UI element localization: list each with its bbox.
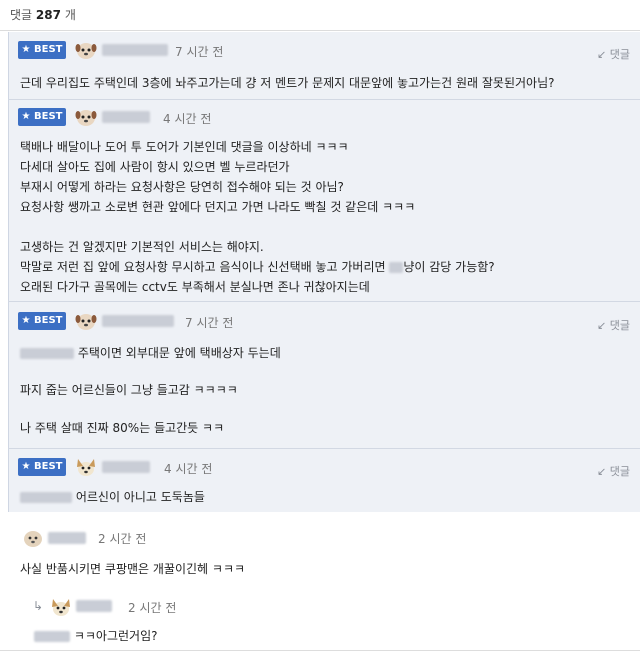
reply-arrow-icon: ↙	[597, 319, 607, 332]
reply-arrow-icon: ↳	[33, 599, 44, 613]
comment-line: 고생하는 건 알겠지만 기본적인 서비스는 해야지.	[20, 240, 264, 254]
comment-line: 택배나 배달이나 도어 투 도어가 기본인데 댓글을 이상하네 ㅋㅋㅋ	[20, 140, 349, 154]
comment-header: ★ BEST 7 시간 전 ↙ 댓글	[18, 40, 630, 62]
comment-line: 요청사항 쌩까고 소로변 현관 앞에다 던지고 가면 나라도 빡칠 것 같은데 …	[20, 200, 416, 214]
dog-avatar-icon[interactable]	[50, 597, 72, 617]
dog-avatar-icon[interactable]	[75, 107, 97, 127]
dog-avatar-icon[interactable]	[75, 40, 97, 60]
reply-link[interactable]: ↙ 댓글	[597, 317, 630, 333]
blurred-word	[389, 262, 404, 273]
comment-time: 7 시간 전	[185, 316, 234, 330]
comment-time: 7 시간 전	[175, 45, 224, 59]
comment-count: 댓글 287 개	[10, 8, 76, 22]
best-badge: ★ BEST	[18, 312, 66, 330]
comment-line: 어르신이 아니고 도둑놈들	[20, 488, 205, 505]
comment-time: 2 시간 전	[98, 532, 147, 546]
reply-arrow-icon: ↙	[597, 48, 607, 61]
comment-divider	[8, 448, 640, 449]
best-badge: ★ BEST	[18, 108, 66, 126]
reply-comment: ↳ 2 시간 전 ㅋㅋ아그런거임?	[0, 595, 640, 650]
blurred-word	[34, 631, 70, 642]
reply-link[interactable]: ↙ 댓글	[597, 463, 630, 479]
best-comment: ★ BEST 7 시간 전 ↙ 댓글 근데 우리집도 주택인데 3층에 놔주고가…	[8, 40, 640, 100]
comment-time: 2 시간 전	[128, 601, 177, 615]
comment-line: 다세대 살아도 집에 사람이 항시 있으면 벨 누르라던가	[20, 160, 290, 174]
comment-header: ★ BEST 4 시간 전 ↙ 댓글	[18, 457, 630, 479]
nickname-blurred[interactable]	[48, 532, 86, 544]
comment-count-bar: 댓글 287 개	[0, 0, 640, 31]
best-badge: ★ BEST	[18, 41, 66, 59]
dog-avatar-icon[interactable]	[75, 311, 97, 331]
comment-time: 4 시간 전	[163, 112, 212, 126]
best-comment: ★ BEST 4 시간 전 ↙ 댓글 어르신이 아니고 도둑놈들	[8, 457, 640, 507]
blurred-word	[20, 492, 72, 503]
comment-divider	[8, 99, 640, 100]
best-comment: ★ BEST 4 시간 전 택배나 배달이나 도어 투 도어가 기본인데 댓글을…	[8, 107, 640, 299]
reply-arrow-icon: ↙	[597, 465, 607, 478]
bottom-divider	[0, 650, 640, 651]
comment: 2 시간 전 사실 반품시키면 쿠팡맨은 개꿀이긴헤 ㅋㅋㅋ	[0, 525, 640, 585]
reply-link[interactable]: ↙ 댓글	[597, 46, 630, 62]
comment-divider	[8, 301, 640, 302]
nickname-blurred[interactable]	[76, 600, 112, 612]
dog-avatar-icon[interactable]	[75, 457, 97, 477]
comment-line: 나 주택 살때 진짜 80%는 들고간듯 ㅋㅋ	[20, 421, 225, 435]
comment-line: 파지 줍는 어르신들이 그냥 들고감 ㅋㅋㅋㅋ	[20, 383, 238, 397]
comment-line: ㅋㅋ아그런거임?	[34, 627, 157, 644]
comment-line: 부재시 어떻게 하라는 요청사항은 당연히 접수해야 되는 것 아님?	[20, 180, 344, 194]
nickname-blurred[interactable]	[102, 44, 168, 56]
comment-line: 주택이면 외부대문 앞에 택배상자 두는데	[20, 344, 281, 361]
comment-line: 사실 반품시키면 쿠팡맨은 개꿀이긴헤 ㅋㅋㅋ	[20, 562, 246, 576]
comment-line: 오래된 다가구 골목에는 cctv도 부족해서 분실나면 존나 귀찮아지는데	[20, 280, 370, 294]
nickname-blurred[interactable]	[102, 315, 174, 327]
dog-avatar-icon[interactable]	[22, 528, 44, 548]
nickname-blurred[interactable]	[102, 461, 150, 473]
best-badge: ★ BEST	[18, 458, 66, 476]
best-comment: ★ BEST 7 시간 전 ↙ 댓글 주택이면 외부대문 앞에 택배상자 두는데…	[8, 311, 640, 439]
comment-time: 4 시간 전	[164, 462, 213, 476]
comment-line: 근데 우리집도 주택인데 3층에 놔주고가는데 걍 저 멘트가 문제지 대문앞에…	[20, 76, 555, 90]
nickname-blurred[interactable]	[102, 111, 150, 123]
comment-line: 막말로 저런 집 앞에 요청사항 무시하고 음식이나 신선택배 놓고 가버리면 …	[20, 260, 495, 274]
blurred-word	[20, 348, 74, 359]
comment-header: ★ BEST 7 시간 전 ↙ 댓글	[18, 311, 630, 333]
comment-header: ★ BEST 4 시간 전	[18, 107, 630, 129]
